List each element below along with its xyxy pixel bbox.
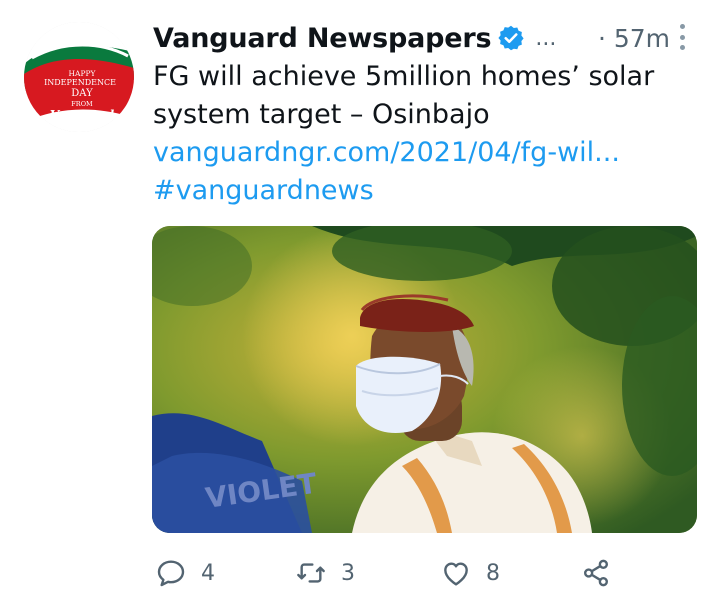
tweet-header: Vanguard Newspapers ... · 57m (153, 16, 696, 60)
avatar-caption-line2: INDEPENDENCE (44, 78, 116, 87)
author-avatar[interactable]: HAPPY INDEPENDENCE DAY FROM Vanguard (24, 22, 134, 132)
reply-button[interactable]: 4 (155, 557, 295, 589)
tweet-media-image[interactable]: VIOLET (152, 226, 697, 533)
retweet-icon (295, 557, 327, 589)
tweet-timestamp[interactable]: · 57m (598, 24, 670, 53)
heart-icon (440, 557, 472, 589)
avatar-caption-line4: FROM (71, 100, 93, 108)
tweet-actions: 4 3 8 (155, 553, 625, 593)
avatar-image: HAPPY INDEPENDENCE DAY FROM Vanguard (24, 22, 134, 132)
reply-icon (155, 557, 187, 589)
retweet-button[interactable]: 3 (295, 557, 440, 589)
author-handle[interactable]: ... (535, 26, 556, 51)
avatar-caption-line1: HAPPY (68, 69, 96, 78)
avatar-caption-line3: DAY (71, 88, 93, 99)
author-name[interactable]: Vanguard Newspapers (153, 23, 492, 54)
tweet-text: FG will achieve 5million homes’ solar sy… (153, 58, 698, 210)
avatar-logo-text: Vanguard (50, 108, 115, 122)
share-button[interactable] (580, 557, 612, 589)
tweet-hashtag[interactable]: #vanguardnews (153, 172, 698, 210)
retweet-count: 3 (341, 560, 355, 586)
share-icon (580, 557, 612, 589)
reply-count: 4 (201, 560, 215, 586)
tweet-link[interactable]: vanguardngr.com/2021/04/fg-wil... (153, 134, 698, 172)
like-button[interactable]: 8 (440, 557, 580, 589)
tweet-body: FG will achieve 5million homes’ solar sy… (153, 61, 655, 130)
verified-badge-icon (497, 24, 525, 52)
more-vertical-icon[interactable] (678, 24, 686, 50)
like-count: 8 (486, 560, 500, 586)
